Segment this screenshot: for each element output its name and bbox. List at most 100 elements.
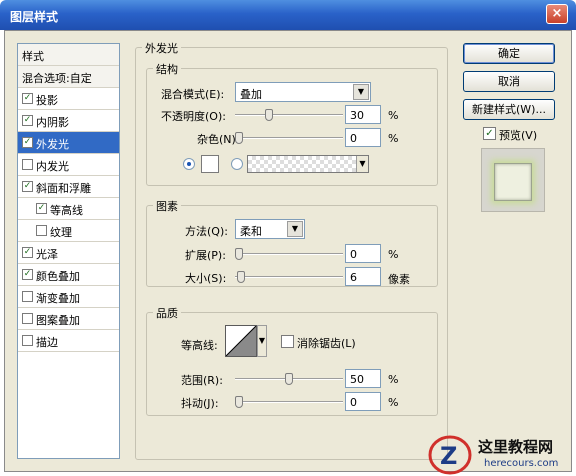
noise-slider-thumb[interactable] bbox=[235, 132, 243, 144]
new-style-button[interactable]: 新建样式(W)... bbox=[463, 99, 555, 120]
spread-slider-thumb[interactable] bbox=[235, 248, 243, 260]
style-item-label: 内发光 bbox=[36, 160, 69, 173]
jitter-slider-thumb[interactable] bbox=[235, 396, 243, 408]
jitter-input[interactable]: 0 bbox=[345, 392, 381, 411]
structure-title: 结构 bbox=[153, 61, 181, 77]
style-item-checkbox[interactable]: ✓ bbox=[22, 269, 33, 280]
solid-color-radio[interactable] bbox=[183, 158, 195, 170]
style-item-checkbox[interactable]: ✓ bbox=[22, 181, 33, 192]
glow-color-swatch[interactable] bbox=[201, 155, 219, 173]
style-item-label: 描边 bbox=[36, 336, 58, 349]
style-item[interactable]: 渐变叠加 bbox=[18, 286, 119, 308]
noise-slider-track bbox=[235, 137, 343, 139]
range-unit: % bbox=[388, 373, 399, 386]
style-item[interactable]: 描边 bbox=[18, 330, 119, 352]
size-value: 6 bbox=[350, 271, 357, 284]
style-item[interactable]: ✓ 等高线 bbox=[18, 198, 119, 220]
styles-header-label: 样式 bbox=[22, 50, 44, 63]
technique-select[interactable]: 柔和 ▼ bbox=[235, 219, 305, 239]
glow-gradient-picker[interactable]: ▼ bbox=[247, 155, 369, 173]
size-slider[interactable] bbox=[235, 271, 343, 283]
range-slider-thumb[interactable] bbox=[285, 373, 293, 385]
noise-label: 杂色(N): bbox=[197, 133, 240, 146]
contour-dropdown[interactable]: ▼ bbox=[257, 325, 267, 357]
style-item[interactable]: 图案叠加 bbox=[18, 308, 119, 330]
style-item-checkbox[interactable]: ✓ bbox=[22, 115, 33, 126]
range-slider[interactable] bbox=[235, 373, 343, 385]
style-item-label: 等高线 bbox=[50, 204, 83, 217]
styles-list: 样式 混合选项:自定 ✓ 投影 ✓ 内阴影 ✓ 外发光 内发光 ✓ 斜面和浮雕 ✓ 等高线 纹理 ✓ 光泽… bbox=[17, 43, 120, 459]
structure-group: 结构 混合模式(E): 叠加 ▼ 不透明度(O): 30 % 杂色(N): 0 bbox=[146, 61, 438, 186]
outer-glow-title: 外发光 bbox=[142, 40, 181, 56]
jitter-slider[interactable] bbox=[235, 396, 343, 408]
style-item[interactable]: ✓ 投影 bbox=[18, 88, 119, 110]
opacity-slider-thumb[interactable] bbox=[265, 109, 273, 121]
size-slider-thumb[interactable] bbox=[237, 271, 245, 283]
style-item-label: 投影 bbox=[36, 94, 58, 107]
chevron-down-icon: ▼ bbox=[287, 221, 303, 237]
spread-value: 0 bbox=[350, 248, 357, 261]
style-item-checkbox[interactable] bbox=[22, 313, 33, 324]
spread-slider-track bbox=[235, 253, 343, 255]
chevron-down-icon: ▼ bbox=[353, 84, 369, 100]
style-item[interactable]: ✓ 内阴影 bbox=[18, 110, 119, 132]
opacity-unit: % bbox=[388, 109, 399, 122]
style-preview bbox=[481, 148, 545, 212]
ok-button[interactable]: 确定 bbox=[463, 43, 555, 64]
noise-input[interactable]: 0 bbox=[345, 128, 381, 147]
range-value: 50 bbox=[350, 373, 364, 386]
style-item-checkbox[interactable] bbox=[22, 335, 33, 346]
title-bar: 图层样式 × bbox=[0, 0, 576, 30]
contour-picker[interactable] bbox=[225, 325, 257, 357]
size-input[interactable]: 6 bbox=[345, 267, 381, 286]
technique-label: 方法(Q): bbox=[185, 225, 228, 238]
anti-alias-checkbox[interactable] bbox=[281, 335, 294, 348]
range-input[interactable]: 50 bbox=[345, 369, 381, 388]
style-item-label: 斜面和浮雕 bbox=[36, 182, 91, 195]
opacity-slider[interactable] bbox=[235, 109, 343, 121]
style-item[interactable]: 纹理 bbox=[18, 220, 119, 242]
style-item[interactable]: ✓ 光泽 bbox=[18, 242, 119, 264]
style-item-label: 渐变叠加 bbox=[36, 292, 80, 305]
blend-mode-select[interactable]: 叠加 ▼ bbox=[235, 82, 371, 102]
style-item-checkbox[interactable] bbox=[22, 159, 33, 170]
size-label: 大小(S): bbox=[185, 272, 227, 285]
style-item-checkbox[interactable]: ✓ bbox=[22, 93, 33, 104]
style-item-checkbox[interactable]: ✓ bbox=[36, 203, 47, 214]
gradient-radio[interactable] bbox=[231, 158, 243, 170]
size-unit: 像素 bbox=[388, 273, 410, 286]
chevron-down-icon: ▼ bbox=[356, 156, 368, 172]
outer-glow-group: 外发光 结构 混合模式(E): 叠加 ▼ 不透明度(O): 30 % 杂色(N)… bbox=[135, 40, 448, 460]
spread-input[interactable]: 0 bbox=[345, 244, 381, 263]
opacity-value: 30 bbox=[350, 109, 364, 122]
style-item-checkbox[interactable] bbox=[22, 291, 33, 302]
noise-slider[interactable] bbox=[235, 132, 343, 144]
style-item-checkbox[interactable]: ✓ bbox=[22, 137, 33, 148]
contour-label: 等高线: bbox=[181, 339, 218, 352]
style-item-checkbox[interactable]: ✓ bbox=[22, 247, 33, 258]
style-item[interactable]: ✓ 颜色叠加 bbox=[18, 264, 119, 286]
blend-options-item[interactable]: 混合选项:自定 bbox=[18, 66, 119, 88]
dialog-body: 样式 混合选项:自定 ✓ 投影 ✓ 内阴影 ✓ 外发光 内发光 ✓ 斜面和浮雕 ✓ 等高线 纹理 ✓ 光泽… bbox=[4, 30, 572, 472]
style-item[interactable]: 内发光 bbox=[18, 154, 119, 176]
watermark-url: herecours.com bbox=[484, 458, 559, 469]
elements-title: 图素 bbox=[153, 198, 181, 214]
style-item-label: 内阴影 bbox=[36, 116, 69, 129]
preview-checkbox[interactable]: ✓ bbox=[483, 127, 496, 140]
close-button[interactable]: × bbox=[546, 4, 568, 24]
contour-curve-icon bbox=[226, 326, 256, 356]
style-item-label: 光泽 bbox=[36, 248, 58, 261]
styles-header[interactable]: 样式 bbox=[18, 44, 119, 66]
style-item[interactable]: ✓ 外发光 bbox=[18, 132, 119, 154]
style-item[interactable]: ✓ 斜面和浮雕 bbox=[18, 176, 119, 198]
opacity-input[interactable]: 30 bbox=[345, 105, 381, 124]
jitter-slider-track bbox=[235, 401, 343, 403]
cancel-button[interactable]: 取消 bbox=[463, 71, 555, 92]
elements-group: 图素 方法(Q): 柔和 ▼ 扩展(P): 0 % 大小(S): 6 像素 bbox=[146, 198, 438, 287]
quality-title: 品质 bbox=[153, 305, 181, 321]
style-item-checkbox[interactable] bbox=[36, 225, 47, 236]
watermark-title: 这里教程网 bbox=[478, 438, 554, 456]
technique-value: 柔和 bbox=[240, 225, 262, 238]
spread-slider[interactable] bbox=[235, 248, 343, 260]
preview-label: 预览(V) bbox=[499, 129, 538, 142]
